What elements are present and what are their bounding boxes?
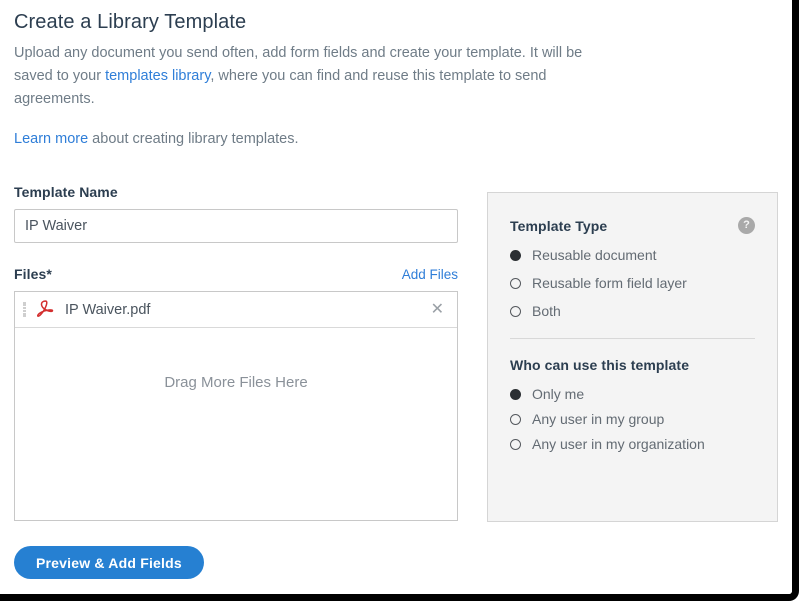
preview-and-add-fields-button[interactable]: Preview & Add Fields [14, 546, 204, 579]
files-label: Files* [14, 266, 52, 282]
templates-library-link[interactable]: templates library [105, 68, 210, 84]
files-label-text: Files [14, 266, 47, 282]
radio-icon[interactable] [510, 249, 521, 261]
radio-label: Reusable document [532, 247, 657, 263]
template-type-title: Template Type [510, 217, 608, 234]
drag-handle-icon[interactable] [23, 300, 29, 320]
intro-paragraph: Upload any document you send often, add … [14, 42, 602, 111]
radio-label: Both [532, 303, 561, 319]
files-box[interactable]: IP Waiver.pdf ✕ Drag More Files Here [14, 291, 458, 521]
radio-visibility-only-me[interactable]: Only me [510, 386, 755, 402]
radio-icon[interactable] [510, 388, 521, 400]
window-frame: Create a Library Template Upload any doc… [0, 0, 799, 601]
radio-template-type-reusable-document[interactable]: Reusable document [510, 247, 755, 263]
files-required-asterisk: * [46, 266, 52, 282]
file-drop-zone[interactable]: Drag More Files Here [15, 328, 457, 521]
files-header: Files* Add Files [14, 266, 458, 282]
left-column: Template Name Files* Add Files [14, 184, 458, 521]
radio-icon[interactable] [510, 277, 521, 289]
radio-template-type-form-field-layer[interactable]: Reusable form field layer [510, 275, 755, 291]
add-files-link[interactable]: Add Files [402, 267, 458, 282]
radio-label: Only me [532, 386, 585, 402]
radio-icon[interactable] [510, 438, 521, 450]
radio-icon[interactable] [510, 413, 521, 425]
learn-more-rest: about creating library templates. [88, 131, 299, 147]
radio-label: Reusable form field layer [532, 275, 687, 291]
page-content: Create a Library Template Upload any doc… [0, 0, 792, 594]
template-name-label: Template Name [14, 184, 118, 200]
template-name-input[interactable] [14, 209, 458, 243]
learn-more-link[interactable]: Learn more [14, 131, 88, 147]
file-list-item[interactable]: IP Waiver.pdf ✕ [15, 292, 457, 328]
page-title: Create a Library Template [14, 11, 247, 33]
file-name: IP Waiver.pdf [65, 301, 151, 318]
radio-icon[interactable] [510, 305, 521, 317]
radio-label: Any user in my group [532, 411, 665, 427]
learn-more-paragraph: Learn more about creating library templa… [14, 128, 778, 151]
options-panel: Template Type ? Reusable document Reusab… [487, 192, 778, 522]
pdf-icon [35, 299, 55, 321]
radio-visibility-my-organization[interactable]: Any user in my organization [510, 436, 755, 452]
radio-template-type-both[interactable]: Both [510, 303, 755, 319]
radio-visibility-my-group[interactable]: Any user in my group [510, 411, 755, 427]
panel-divider [510, 338, 755, 339]
close-icon[interactable]: ✕ [428, 300, 447, 320]
visibility-title: Who can use this template [510, 357, 690, 373]
radio-label: Any user in my organization [532, 436, 705, 452]
help-icon[interactable]: ? [738, 217, 755, 234]
template-type-header: Template Type ? [510, 217, 755, 234]
drop-zone-text: Drag More Files Here [164, 374, 308, 391]
footer: Preview & Add Fields [14, 546, 204, 579]
